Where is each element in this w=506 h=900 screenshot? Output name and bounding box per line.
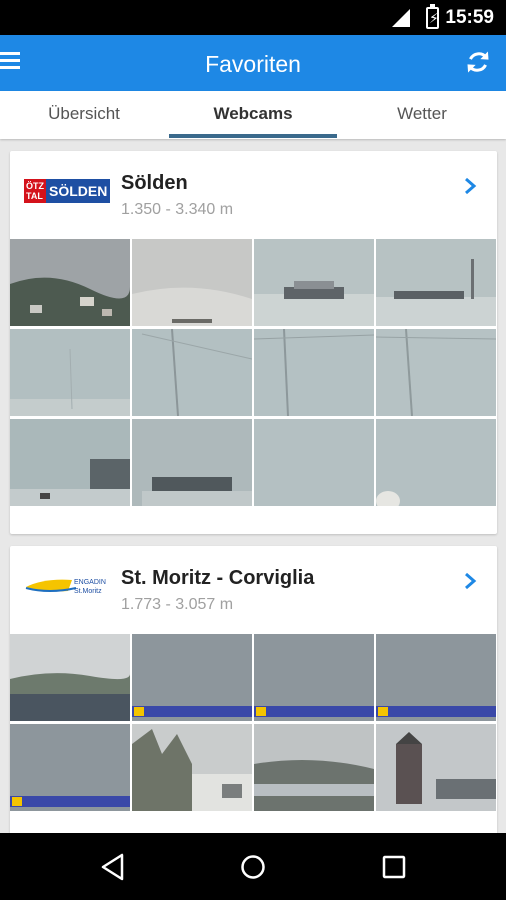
tab-uebersicht[interactable]: Übersicht bbox=[0, 91, 168, 139]
status-time: 15:59 bbox=[445, 7, 494, 28]
webcam-thumbnail[interactable] bbox=[376, 724, 496, 811]
webcam-thumbnail[interactable] bbox=[254, 419, 374, 506]
webcam-thumbnail[interactable] bbox=[10, 329, 130, 416]
resort-card-soelden[interactable]: ÖTZ TAL SÖLDEN Sölden 1.350 - 3.340 m bbox=[10, 151, 497, 534]
svg-text:ÖTZ: ÖTZ bbox=[26, 181, 44, 191]
app-title: Favoriten bbox=[205, 51, 301, 77]
webcam-thumbnail[interactable] bbox=[254, 634, 374, 721]
chevron-right-icon[interactable] bbox=[463, 572, 477, 590]
webcam-thumbnail[interactable] bbox=[254, 724, 374, 811]
webcam-thumbnail[interactable] bbox=[132, 329, 252, 416]
svg-text:ENGADIN: ENGADIN bbox=[74, 579, 106, 586]
webcam-thumbnail[interactable] bbox=[132, 239, 252, 326]
resort-name: St. Moritz - Corviglia bbox=[121, 567, 315, 589]
app-bar: Favoriten bbox=[0, 35, 506, 91]
home-icon[interactable] bbox=[240, 853, 266, 881]
soelden-logo: ÖTZ TAL SÖLDEN bbox=[24, 179, 110, 203]
refresh-icon[interactable] bbox=[464, 48, 492, 76]
resort-altitude: 1.350 - 3.340 m bbox=[121, 201, 234, 218]
resort-altitude: 1.773 - 3.057 m bbox=[121, 596, 234, 613]
engadin-st-moritz-logo: ENGADIN St.Moritz bbox=[25, 579, 106, 595]
navigation-bar bbox=[0, 833, 506, 900]
tab-indicator bbox=[169, 134, 337, 138]
back-icon[interactable] bbox=[100, 853, 126, 881]
recents-icon[interactable] bbox=[381, 853, 407, 881]
webcam-thumbnail[interactable] bbox=[10, 239, 130, 326]
signal-icon bbox=[392, 9, 410, 27]
resort-card-st-moritz[interactable]: ENGADIN St.Moritz St. Moritz - Corviglia… bbox=[10, 546, 497, 836]
tab-bar: Übersicht Webcams Wetter bbox=[0, 91, 506, 139]
webcam-thumbnail[interactable] bbox=[132, 634, 252, 721]
webcam-thumbnail[interactable] bbox=[376, 634, 496, 721]
svg-text:St.Moritz: St.Moritz bbox=[74, 588, 102, 595]
webcam-thumbnail[interactable] bbox=[376, 329, 496, 416]
webcam-thumbnail[interactable] bbox=[254, 239, 374, 326]
webcam-thumbnail[interactable] bbox=[376, 239, 496, 326]
status-bar: ⚡ 15:59 bbox=[0, 0, 506, 35]
webcam-thumbnail[interactable] bbox=[376, 419, 496, 506]
webcam-thumbnail[interactable] bbox=[132, 419, 252, 506]
webcam-thumbnail[interactable] bbox=[132, 724, 252, 811]
chevron-right-icon[interactable] bbox=[463, 177, 477, 195]
resort-name: Sölden bbox=[121, 172, 188, 194]
svg-text:TAL: TAL bbox=[26, 191, 43, 201]
webcam-thumbnail[interactable] bbox=[10, 724, 130, 811]
webcam-thumbnail[interactable] bbox=[10, 419, 130, 506]
tab-wetter[interactable]: Wetter bbox=[338, 91, 506, 139]
svg-text:SÖLDEN: SÖLDEN bbox=[49, 183, 107, 199]
tab-webcams[interactable]: Webcams bbox=[169, 91, 337, 139]
battery-charging-icon: ⚡ bbox=[426, 4, 439, 29]
webcam-thumbnail[interactable] bbox=[254, 329, 374, 416]
webcam-thumbnail[interactable] bbox=[10, 634, 130, 721]
